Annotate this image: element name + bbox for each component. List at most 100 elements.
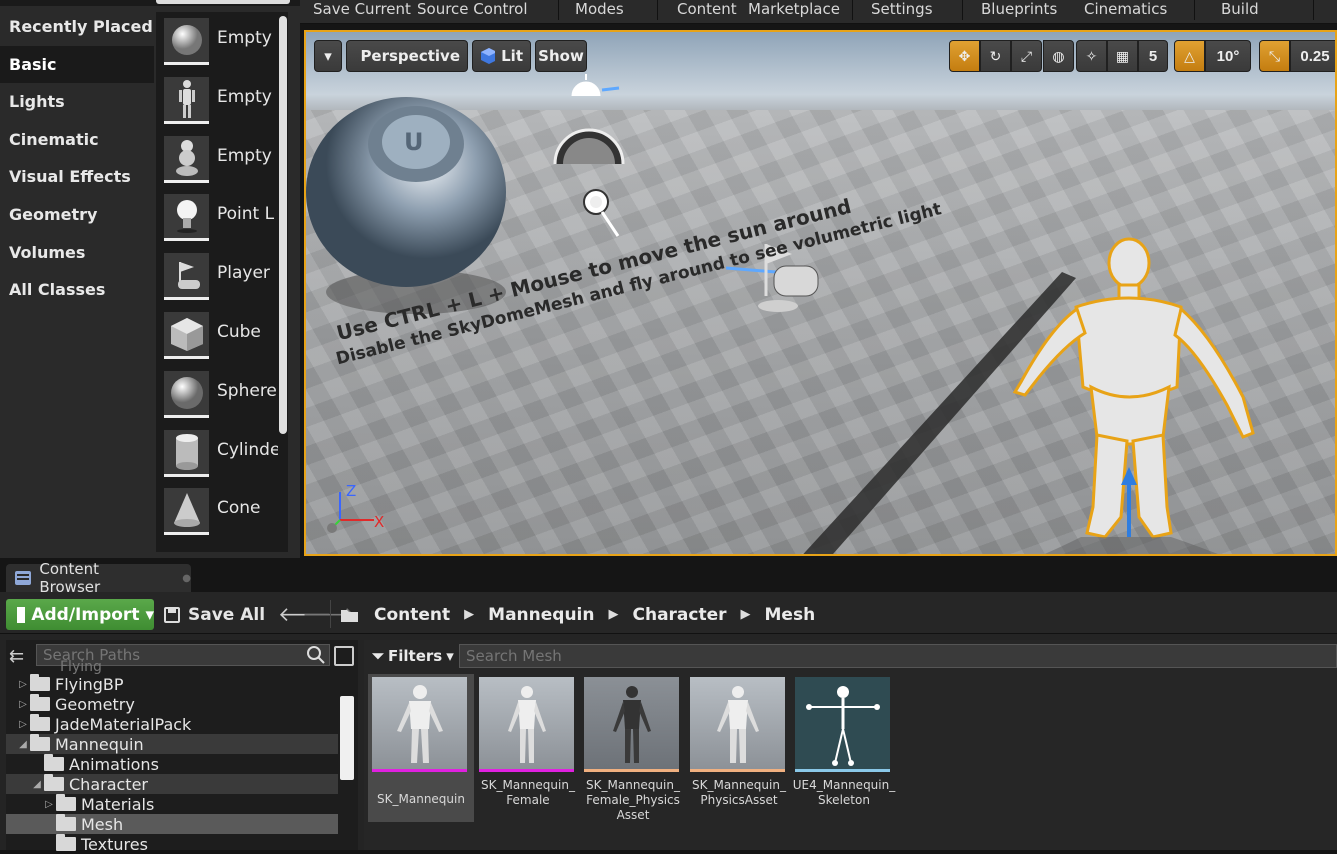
folder-icon [44,757,64,771]
level-viewport[interactable]: U Use CTRL + L + Mouse to move the sun a… [304,30,1337,556]
asset-tile-sk-mannequin[interactable]: SK_Mannequin [368,674,474,822]
collapse-sources-icon[interactable]: ⇇ [9,646,24,667]
skeleton-thumbnail [795,677,890,772]
place-search-input[interactable] [156,0,290,4]
expanded-caret-icon[interactable]: ◢ [30,779,44,790]
asset-label: SK_Mannequin_Female_PhysicsAsset [580,778,686,823]
tree-folder-geometry[interactable]: ▷ Geometry [6,694,338,714]
tree-folder-materials[interactable]: ▷ Materials [6,794,338,814]
path-tree-scrollbar[interactable] [340,696,354,780]
scale-snap-icon[interactable]: ⤡ [1259,40,1290,72]
viewport-options-button[interactable]: ▾ [314,40,342,72]
search-icon[interactable] [306,645,326,665]
toolbar-source-control[interactable]: Source Control [417,0,528,20]
asset-tile-sk-mannequin-female-physicsasset[interactable]: SK_Mannequin_Female_PhysicsAsset [580,674,686,822]
scale-mode-icon[interactable]: ⤢ [1011,40,1042,72]
breadcrumb-content[interactable]: Content [374,605,450,625]
place-asset-empty-character[interactable]: Empty [156,71,280,130]
perspective-button[interactable]: Perspective [346,40,468,72]
content-browser-tabbar [0,560,1337,592]
tree-folder-textures[interactable]: Textures [6,834,338,854]
show-flags-button[interactable]: Show [535,40,587,72]
expanded-caret-icon[interactable]: ◢ [16,739,30,750]
place-asset-cone[interactable]: Cone [156,482,280,541]
toolbar-build[interactable]: Build [1221,0,1259,20]
filters-button[interactable]: ⏷ Filters ▾ [372,644,454,668]
tree-folder-animations[interactable]: Animations [6,754,338,774]
place-asset-label: Point L [217,204,274,224]
save-all-button[interactable]: Save All [164,599,265,630]
tree-folder-character[interactable]: ◢ Character [6,774,338,794]
place-asset-cube[interactable]: Cube [156,306,280,365]
tree-folder-label: Animations [69,755,159,774]
place-asset-player-start[interactable]: Player [156,247,280,306]
physics-asset-thumbnail [584,677,679,772]
collapsed-caret-icon[interactable]: ▷ [16,719,30,730]
category-geometry[interactable]: Geometry [0,196,154,234]
asset-tile-sk-mannequin-female[interactable]: SK_Mannequin_Female [475,674,581,822]
breadcrumb-separator-icon[interactable]: ▶ [464,607,474,622]
collapsed-caret-icon[interactable]: ▷ [42,799,56,810]
physics-asset-thumbnail [690,677,785,772]
add-import-button[interactable]: Add/Import ▾ [6,599,154,630]
rotation-snap-value[interactable]: 10° [1205,40,1251,72]
place-asset-scrollbar[interactable] [279,16,287,434]
toolbar-settings[interactable]: Settings [871,0,933,20]
place-asset-cylinder[interactable]: Cylinde [156,424,280,483]
asset-type-bar [372,769,467,772]
tree-folder-label: Mannequin [55,735,144,754]
category-lights[interactable]: Lights [0,83,154,121]
content-browser-icon [14,570,31,586]
grid-snap-icon[interactable]: ▦ [1107,40,1138,72]
scale-snap-value[interactable]: 0.25 [1290,40,1337,72]
content-browser-tab[interactable]: Content Browser ● [6,564,191,592]
collapsed-caret-icon[interactable]: ▷ [16,679,30,690]
breadcrumb: Content ▶ Mannequin ▶ Character ▶ Mesh [340,599,815,630]
view-options-icon[interactable] [334,646,354,666]
category-recently-placed[interactable]: Recently Placed [0,8,154,46]
surface-snap-icon[interactable]: ✧ [1076,40,1107,72]
toolbar-save-current[interactable]: Save Current [313,0,411,20]
world-globe-icon[interactable]: ◍ [1043,40,1074,72]
place-asset-label: Player [217,263,270,283]
category-visual-effects[interactable]: Visual Effects [0,158,154,196]
rotation-snap-icon[interactable]: △ [1174,40,1205,72]
search-mesh-input[interactable] [459,644,1337,668]
breadcrumb-mannequin[interactable]: Mannequin [488,605,594,625]
rotate-mode-icon[interactable]: ↻ [980,40,1011,72]
view-mode-lit-button[interactable]: Lit [472,40,531,72]
asset-label: SK_Mannequin [368,792,474,807]
tree-folder-flyingbp[interactable]: ▷ FlyingBP [6,674,338,694]
axis-label-z: Z [346,482,356,500]
translate-mode-icon[interactable]: ✥ [949,40,980,72]
tree-folder-mannequin[interactable]: ◢ Mannequin [6,734,338,754]
tree-folder-jadematerialpack[interactable]: ▷ JadeMaterialPack [6,714,338,734]
category-volumes[interactable]: Volumes [0,234,154,272]
breadcrumb-character[interactable]: Character [632,605,726,625]
breadcrumb-mesh[interactable]: Mesh [765,605,816,625]
category-basic[interactable]: Basic [0,46,154,84]
breadcrumb-separator-icon[interactable]: ▶ [608,607,618,622]
category-all-classes[interactable]: All Classes [0,271,154,309]
asset-tile-sk-mannequin-physicsasset[interactable]: SK_Mannequin_PhysicsAsset [686,674,792,822]
category-cinematic[interactable]: Cinematic [0,121,154,159]
directional-light-icon [578,184,624,240]
asset-tile-ue4-mannequin-skeleton[interactable]: UE4_Mannequin_Skeleton [791,674,897,822]
toolbar-modes[interactable]: Modes [575,0,624,20]
close-tab-icon[interactable]: ● [182,573,191,584]
place-asset-sphere[interactable]: Sphere [156,365,280,424]
toolbar-content[interactable]: Content [677,0,737,20]
toolbar-cinematics[interactable]: Cinematics [1084,0,1167,20]
toolbar-marketplace[interactable]: Marketplace [748,0,840,20]
toolbar-blueprints[interactable]: Blueprints [981,0,1057,20]
collapsed-caret-icon[interactable]: ▷ [16,699,30,710]
place-asset-empty-actor[interactable]: Empty [156,12,280,71]
filters-label: Filters [388,647,442,665]
place-asset-point-light[interactable]: Point L [156,188,280,247]
grid-snap-value[interactable]: 5 [1138,40,1168,72]
place-asset-empty-pawn[interactable]: Empty [156,130,280,189]
folder-icon [30,697,50,711]
breadcrumb-separator-icon[interactable]: ▶ [741,607,751,622]
tree-folder-mesh[interactable]: Mesh [6,814,338,834]
mannequin-character[interactable] [981,237,1281,556]
